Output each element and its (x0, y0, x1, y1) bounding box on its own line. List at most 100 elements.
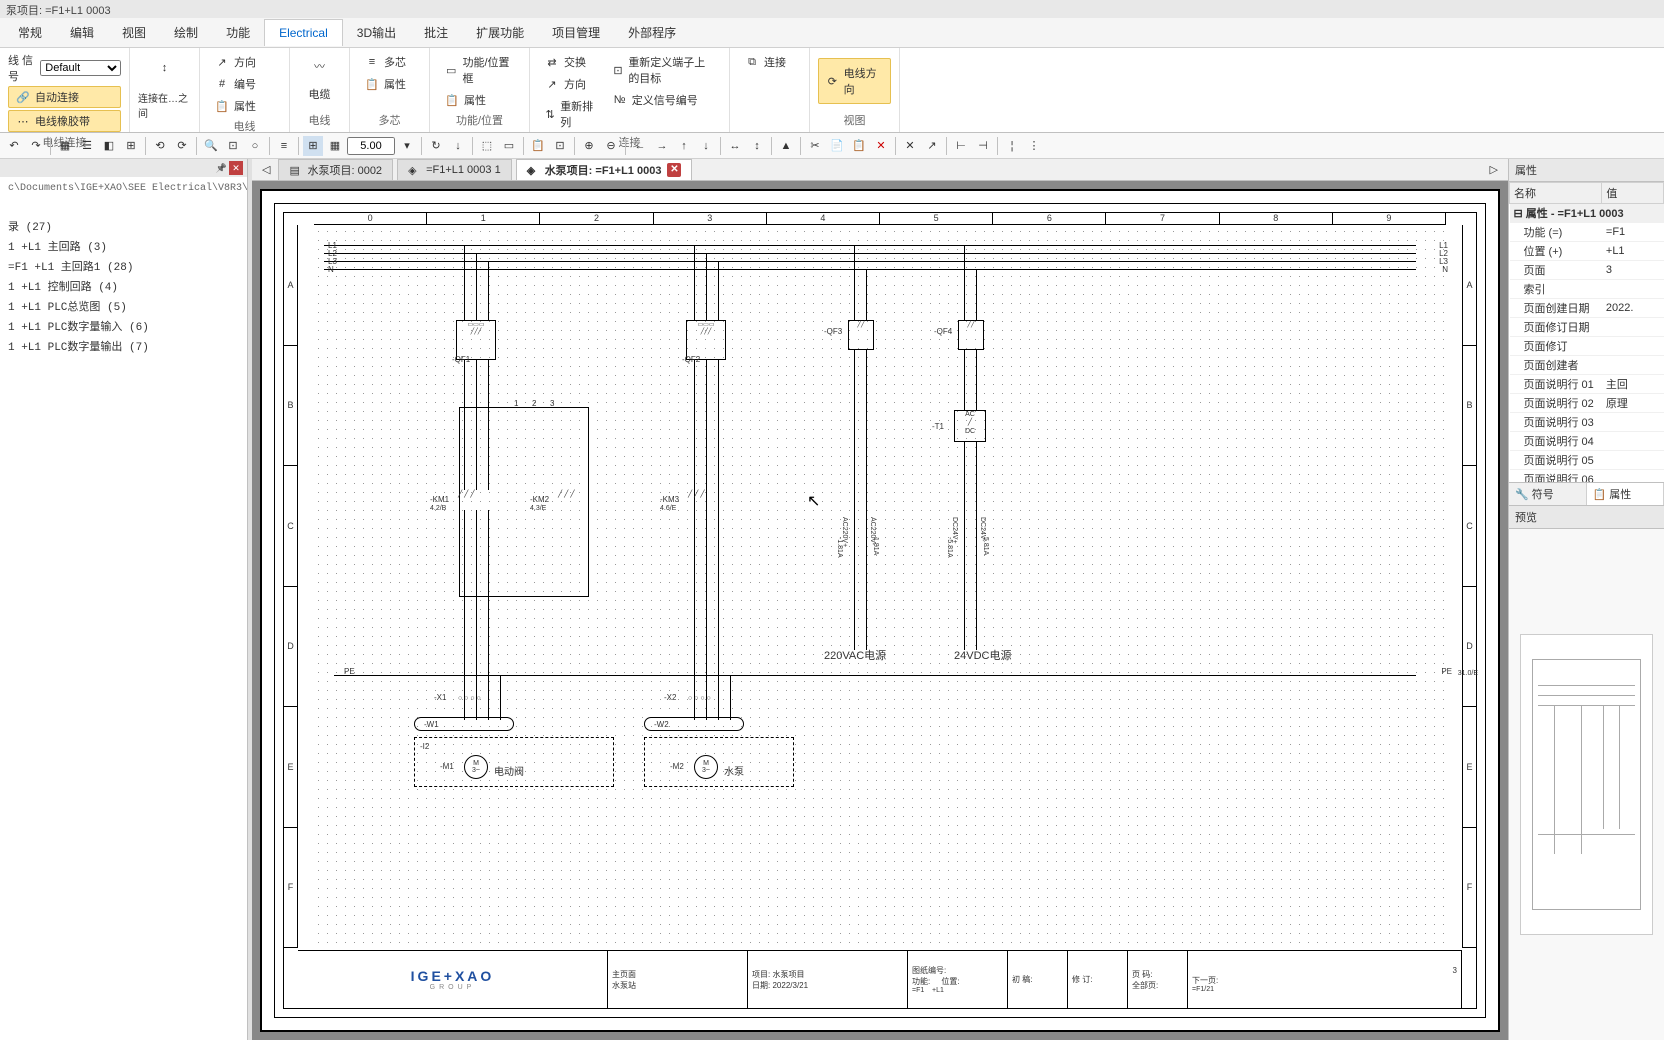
tb-btn-14[interactable]: 📋 (528, 136, 548, 156)
tb-btn-2[interactable]: ☰ (77, 136, 97, 156)
property-row[interactable]: 页面创建者 (1510, 356, 1664, 375)
direction2-button[interactable]: ↗方向 (538, 74, 600, 94)
tree-item[interactable]: 1 +L1 主回路 (3) (4, 236, 243, 256)
select-button[interactable]: ▲ (776, 136, 796, 156)
wire-rubber-button[interactable]: ⋯电线橡胶带 (8, 110, 121, 132)
dropdown-icon[interactable]: ▾ (397, 136, 417, 156)
document-tab[interactable]: ◈水泵项目: =F1+L1 0003✕ (516, 159, 693, 181)
undo-button[interactable]: ↶ (4, 136, 24, 156)
tabs-prev-button[interactable]: ◁ (256, 161, 276, 178)
tab-close-button[interactable]: ✕ (667, 163, 681, 177)
property-row[interactable]: 页面创建日期2022. (1510, 299, 1664, 318)
document-tab[interactable]: ◈=F1+L1 0003 1 (397, 159, 512, 181)
redefine-terminal-button[interactable]: ⊡重新定义端子上的目标 (606, 52, 721, 88)
tabs-next-button[interactable]: ▷ (1484, 161, 1504, 178)
tree-item[interactable]: =F1 +L1 主回路1 (28) (4, 256, 243, 276)
wire-direction-button[interactable]: ⟳电线方向 (818, 58, 891, 104)
tab-symbol[interactable]: 🔧符号 (1509, 483, 1587, 505)
grid-button[interactable]: ▦ (325, 136, 345, 156)
tb-btn-20[interactable]: ↑ (674, 136, 694, 156)
tb-btn-17[interactable]: ⊖ (601, 136, 621, 156)
property-row[interactable]: 索引 (1510, 280, 1664, 299)
redo-button[interactable]: ↷ (26, 136, 46, 156)
tb-btn-30[interactable]: ⊢ (951, 136, 971, 156)
paste-button[interactable]: 📋 (849, 136, 869, 156)
tb-btn-29[interactable]: ↗ (922, 136, 942, 156)
menu-项目管理[interactable]: 项目管理 (538, 18, 614, 47)
attributes-button[interactable]: 📋属性 (208, 96, 262, 116)
rearrange-button[interactable]: ⇅重新排列 (538, 96, 600, 132)
folder-label[interactable]: 录 (27) (4, 216, 243, 236)
tree-item[interactable]: 1 +L1 PLC总览图 (5) (4, 296, 243, 316)
tb-btn-4[interactable]: ⊞ (121, 136, 141, 156)
property-row[interactable]: 页面修订 (1510, 337, 1664, 356)
tb-btn-5[interactable]: ⟲ (150, 136, 170, 156)
connect-button[interactable]: ⧉连接 (738, 52, 792, 72)
tb-btn-21[interactable]: ↓ (696, 136, 716, 156)
exchange-button[interactable]: ⇄交换 (538, 52, 600, 72)
property-row[interactable]: 位置 (+)+L1 (1510, 242, 1664, 261)
tb-btn-18[interactable]: ← (630, 136, 650, 156)
tb-btn-13[interactable]: ▭ (499, 136, 519, 156)
delete-button[interactable]: ✕ (871, 136, 891, 156)
layer-button[interactable]: ≡ (274, 136, 294, 156)
multicore-attr-button[interactable]: 📋属性 (358, 74, 412, 94)
tb-btn-31[interactable]: ⊣ (973, 136, 993, 156)
property-row[interactable]: 页面说明行 03 (1510, 413, 1664, 432)
properties-table[interactable]: 名称值 ⊟ 属性 - =F1+L1 0003 功能 (=)=F1 位置 (+)+… (1509, 182, 1664, 482)
menu-批注[interactable]: 批注 (410, 18, 462, 47)
menu-视图[interactable]: 视图 (108, 18, 160, 47)
multicore-button[interactable]: ≡多芯 (358, 52, 412, 72)
tree-item[interactable]: 1 +L1 PLC数字量输出 (7) (4, 336, 243, 356)
func-loc-button[interactable]: ▭功能/位置框 (438, 52, 521, 88)
tb-btn-22[interactable]: ↔ (725, 136, 745, 156)
menu-外部程序[interactable]: 外部程序 (614, 18, 690, 47)
menu-扩展功能[interactable]: 扩展功能 (462, 18, 538, 47)
tb-btn-10[interactable]: ↻ (426, 136, 446, 156)
tb-btn-28[interactable]: ✕ (900, 136, 920, 156)
menu-编辑[interactable]: 编辑 (56, 18, 108, 47)
cut-button[interactable]: ✂ (805, 136, 825, 156)
menu-常规[interactable]: 常规 (4, 18, 56, 47)
tb-btn-16[interactable]: ⊕ (579, 136, 599, 156)
tab-attributes[interactable]: 📋属性 (1587, 483, 1664, 505)
direction-button[interactable]: ↗方向 (208, 52, 262, 72)
copy-button[interactable]: 📄 (827, 136, 847, 156)
tb-btn-3[interactable]: ◧ (99, 136, 119, 156)
menu-3d输出[interactable]: 3D输出 (343, 18, 410, 47)
number-button[interactable]: #编号 (208, 74, 262, 94)
tb-btn-6[interactable]: ⟳ (172, 136, 192, 156)
cable-icon[interactable]: 〰 (306, 52, 334, 80)
canvas-area[interactable]: 0123456789 ABCDEF ABCDEF L1 L2 L (252, 181, 1508, 1040)
zoom-fit-button[interactable]: ⊡ (223, 136, 243, 156)
property-row[interactable]: 页面说明行 04 (1510, 432, 1664, 451)
tb-btn-23[interactable]: ↕ (747, 136, 767, 156)
tree-item[interactable]: 1 +L1 PLC数字量输入 (6) (4, 316, 243, 336)
define-signal-button[interactable]: №定义信号编号 (606, 90, 721, 110)
menu-绘制[interactable]: 绘制 (160, 18, 212, 47)
grid-size-input[interactable] (347, 137, 395, 155)
pin-icon[interactable] (216, 162, 227, 174)
grid-snap-button[interactable]: ⊞ (303, 136, 323, 156)
property-row[interactable]: 页面3 (1510, 261, 1664, 280)
property-row[interactable]: 页面说明行 05 (1510, 451, 1664, 470)
property-row[interactable]: 页面修订日期 (1510, 318, 1664, 337)
menu-功能[interactable]: 功能 (212, 18, 264, 47)
property-row[interactable]: 页面说明行 06 (1510, 470, 1664, 483)
tb-btn-32[interactable]: ¦ (1002, 136, 1022, 156)
connect-between-icon[interactable]: ↕ (149, 52, 181, 84)
close-panel-button[interactable]: ✕ (229, 161, 243, 175)
property-row[interactable]: 页面说明行 02原理 (1510, 394, 1664, 413)
zoom-out-button[interactable]: ○ (245, 136, 265, 156)
tb-btn-1[interactable]: ▦ (55, 136, 75, 156)
property-row[interactable]: 页面说明行 01主回 (1510, 375, 1664, 394)
zoom-in-button[interactable]: 🔍 (201, 136, 221, 156)
tb-btn-19[interactable]: → (652, 136, 672, 156)
property-row[interactable]: 功能 (=)=F1 (1510, 223, 1664, 242)
menu-electrical[interactable]: Electrical (264, 19, 343, 46)
tb-btn-12[interactable]: ⬚ (477, 136, 497, 156)
tree-item[interactable]: 1 +L1 控制回路 (4) (4, 276, 243, 296)
signal-default-select[interactable]: Default (40, 60, 121, 76)
tb-btn-11[interactable]: ↓ (448, 136, 468, 156)
auto-connect-button[interactable]: 🔗自动连接 (8, 86, 121, 108)
